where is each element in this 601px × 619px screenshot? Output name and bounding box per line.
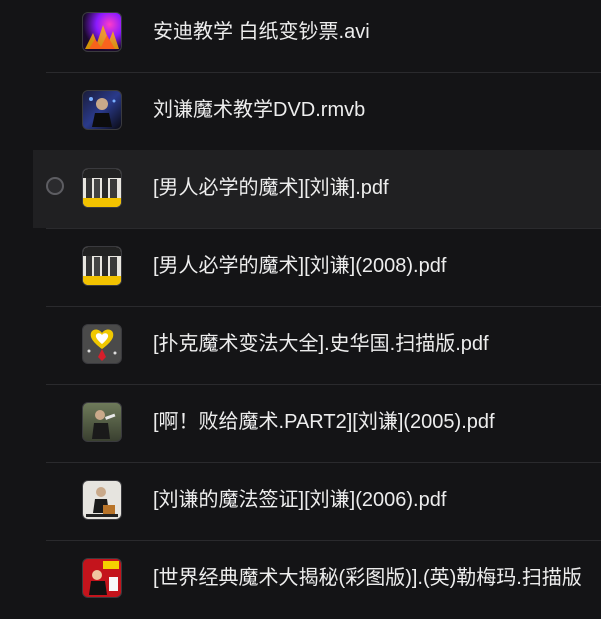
book-cover-icon <box>82 558 122 598</box>
book-cover-icon <box>82 324 122 364</box>
book-cover-icon <box>82 402 122 442</box>
book-cover-icon <box>82 246 122 286</box>
file-row[interactable]: 安迪教学 白纸变钞票.avi <box>0 0 601 72</box>
video-thumbnail-icon <box>82 12 122 52</box>
file-name: 安迪教学 白纸变钞票.avi <box>153 21 370 43</box>
file-name: [刘谦的魔法签证][刘谦](2006).pdf <box>153 489 447 511</box>
file-name: [男人必学的魔术][刘谦].pdf <box>153 177 389 199</box>
file-list: 安迪教学 白纸变钞票.avi 刘谦魔术教学DVD.rmvb [男人必学的魔术][… <box>0 0 601 619</box>
file-row[interactable]: [刘谦的魔法签证][刘谦](2006).pdf <box>0 462 601 540</box>
file-row[interactable]: [男人必学的魔术][刘谦](2008).pdf <box>0 228 601 306</box>
file-name: [男人必学的魔术][刘谦](2008).pdf <box>153 255 447 277</box>
video-thumbnail-icon <box>82 90 122 130</box>
book-cover-icon <box>82 480 122 520</box>
file-row[interactable]: [世界经典魔术大揭秘(彩图版)].(英)勒梅玛.扫描版 <box>0 540 601 618</box>
file-row[interactable]: [啊！败给魔术.PART2][刘谦](2005).pdf <box>0 384 601 462</box>
file-row-hovered[interactable]: [男人必学的魔术][刘谦].pdf <box>33 150 601 228</box>
file-name: 刘谦魔术教学DVD.rmvb <box>153 99 366 121</box>
file-name: [扑克魔术变法大全].史华国.扫描版.pdf <box>153 333 489 355</box>
file-name: [世界经典魔术大揭秘(彩图版)].(英)勒梅玛.扫描版 <box>153 567 582 589</box>
file-name: [啊！败给魔术.PART2][刘谦](2005).pdf <box>153 411 495 433</box>
book-cover-icon <box>82 168 122 208</box>
select-radio[interactable] <box>46 177 64 195</box>
file-row[interactable]: 刘谦魔术教学DVD.rmvb <box>0 72 601 150</box>
file-row[interactable]: [扑克魔术变法大全].史华国.扫描版.pdf <box>0 306 601 384</box>
